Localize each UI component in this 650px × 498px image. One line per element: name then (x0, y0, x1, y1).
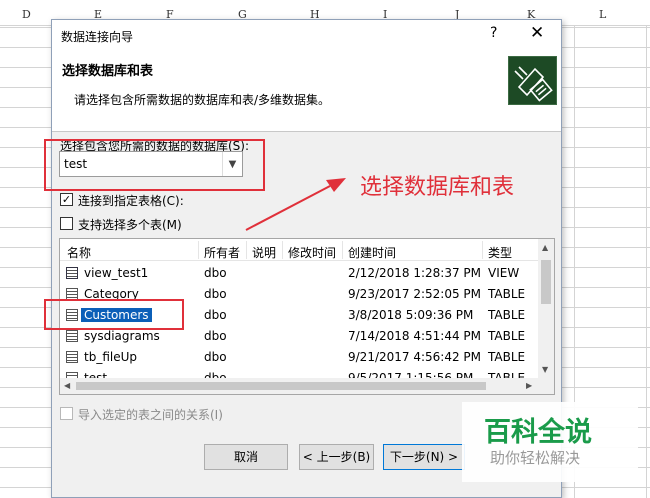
watermark: 百科全说 助你轻松解决 (462, 402, 638, 482)
watermark-subtitle: 助你轻松解决 (490, 449, 581, 467)
watermark-title: 百科全说 (484, 417, 592, 448)
annotation-text: 选择数据库和表 (360, 175, 515, 200)
